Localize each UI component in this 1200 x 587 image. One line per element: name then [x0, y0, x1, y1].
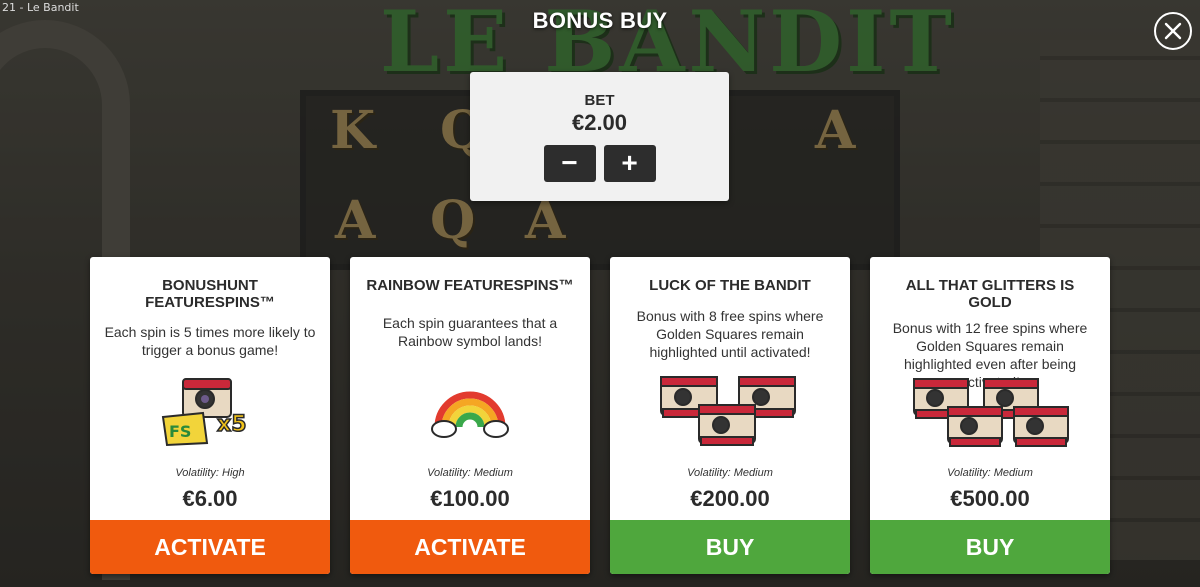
buy-button[interactable]: BUY: [610, 520, 850, 574]
bonus-card-rainbow: RAINBOW FEATURESPINS™ Each spin guarante…: [350, 257, 590, 574]
bonus-price: €100.00: [430, 486, 510, 511]
close-icon: [1164, 22, 1182, 40]
bonus-price: €6.00: [182, 486, 238, 511]
volatility-label: Volatility: High: [175, 467, 245, 479]
buy-button[interactable]: BUY: [870, 520, 1110, 574]
bet-label: BET: [584, 92, 615, 109]
bonus-name: ALL THAT GLITTERS IS GOLD: [905, 277, 1075, 311]
modal-title: BONUS BUY: [532, 8, 668, 33]
activate-button[interactable]: ACTIVATE: [350, 520, 590, 574]
decrease-bet-button[interactable]: −: [543, 145, 596, 182]
bonus-card-luck-of-the-bandit: LUCK OF THE BANDIT Bonus with 8 free spi…: [610, 257, 850, 574]
rainbow-icon: [350, 375, 590, 441]
bonus-price: €200.00: [690, 486, 770, 511]
volatility-label: Volatility: Medium: [427, 467, 513, 479]
fs-x5-camera-icon: FS x5: [90, 373, 330, 447]
bonus-card-all-that-glitters: ALL THAT GLITTERS IS GOLD Bonus with 12 …: [870, 257, 1110, 574]
increase-bet-button[interactable]: +: [603, 145, 656, 182]
bonus-name: BONUSHUNT FEATURESPINS™: [145, 277, 275, 311]
bonus-price: €500.00: [950, 486, 1030, 511]
bonus-description: Each spin is 5 times more likely to trig…: [104, 324, 316, 358]
bonus-name: RAINBOW FEATURESPINS™: [366, 277, 574, 294]
bonus-name: LUCK OF THE BANDIT: [649, 277, 811, 294]
svg-text:FS: FS: [169, 422, 191, 441]
bet-controls: − +: [470, 145, 729, 182]
svg-text:x5: x5: [217, 412, 247, 437]
volatility-label: Volatility: Medium: [947, 467, 1033, 479]
activate-button[interactable]: ACTIVATE: [90, 520, 330, 574]
bet-value: €2.00: [571, 110, 628, 135]
three-cameras-icon: [610, 371, 850, 451]
bonus-description: Each spin guarantees that a Rainbow symb…: [382, 315, 558, 349]
bonus-card-bonushunt: BONUSHUNT FEATURESPINS™ Each spin is 5 t…: [90, 257, 330, 574]
bonus-description: Bonus with 8 free spins where Golden Squ…: [636, 308, 824, 360]
close-button[interactable]: [1154, 12, 1192, 50]
volatility-label: Volatility: Medium: [687, 467, 773, 479]
bet-panel: BET €2.00 − +: [470, 72, 729, 201]
four-cameras-icon: [870, 375, 1110, 455]
